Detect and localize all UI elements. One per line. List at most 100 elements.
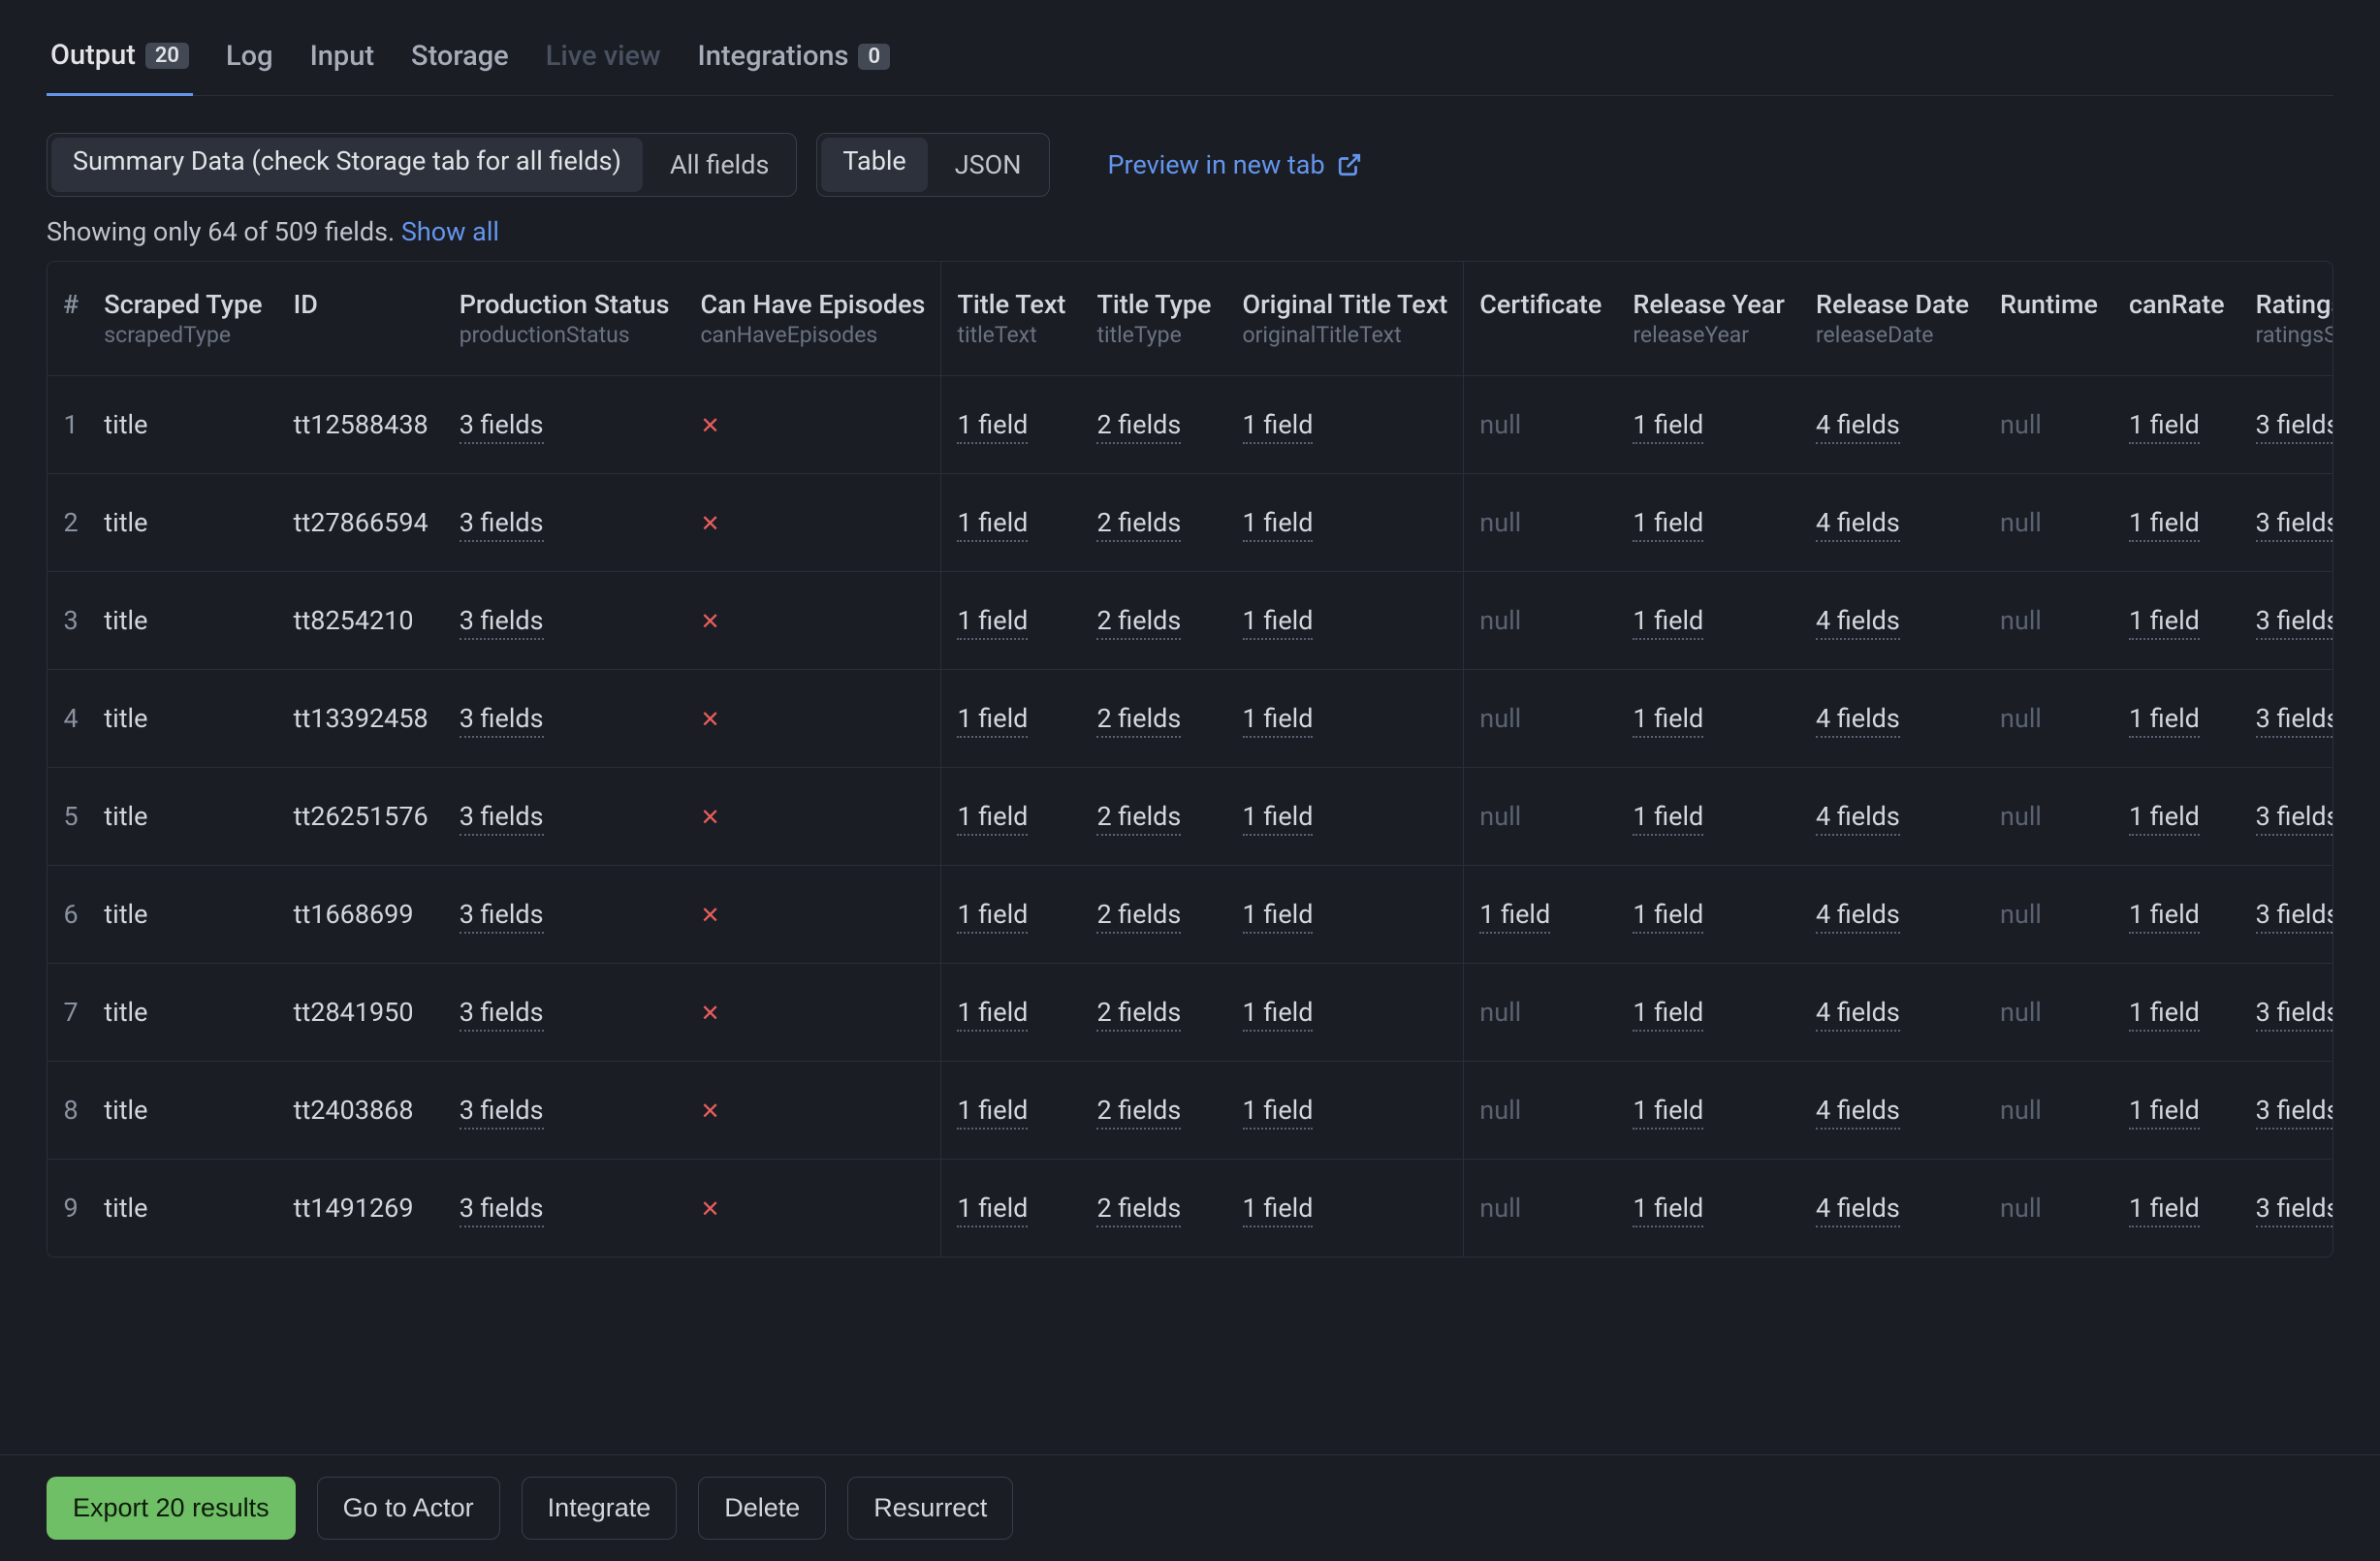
cell-production-status-value[interactable]: 3 fields (460, 997, 544, 1032)
cell-ratings-summary-value[interactable]: 3 fields (2256, 997, 2333, 1032)
cell-ratings-summary[interactable]: 3 fields (2240, 768, 2333, 866)
cell-production-status-value[interactable]: 3 fields (460, 801, 544, 836)
cell-ratings-summary[interactable]: 3 fields (2240, 670, 2333, 768)
cell-production-status-value[interactable]: 3 fields (460, 1095, 544, 1130)
cell-title-type[interactable]: 2 fields (1081, 474, 1226, 572)
cell-production-status[interactable]: 3 fields (444, 964, 685, 1062)
cell-release-year[interactable]: 1 field (1617, 1160, 1800, 1258)
cell-title-type[interactable]: 2 fields (1081, 768, 1226, 866)
cell-production-status-value[interactable]: 3 fields (460, 507, 544, 542)
cell-release-date-value[interactable]: 4 fields (1816, 801, 1900, 836)
cell-title-type[interactable]: 2 fields (1081, 376, 1226, 474)
cell-ratings-summary-value[interactable]: 3 fields (2256, 409, 2333, 444)
col-production-status[interactable]: Production StatusproductionStatus (444, 262, 685, 376)
view-mode-json[interactable]: JSON (932, 138, 1045, 192)
cell-release-date-value[interactable]: 4 fields (1816, 1095, 1900, 1130)
cell-release-date-value[interactable]: 4 fields (1816, 997, 1900, 1032)
cell-original-title-text-value[interactable]: 1 field (1243, 507, 1314, 542)
cell-ratings-summary-value[interactable]: 3 fields (2256, 801, 2333, 836)
cell-release-year[interactable]: 1 field (1617, 1062, 1800, 1160)
cell-title-type-value[interactable]: 2 fields (1096, 899, 1181, 934)
cell-title-text[interactable]: 1 field (941, 964, 1082, 1062)
cell-release-date[interactable]: 4 fields (1800, 474, 1984, 572)
cell-original-title-text-value[interactable]: 1 field (1243, 997, 1314, 1032)
cell-title-text-value[interactable]: 1 field (957, 1095, 1028, 1130)
cell-can-rate[interactable]: 1 field (2113, 768, 2240, 866)
cell-release-date[interactable]: 4 fields (1800, 1062, 1984, 1160)
cell-release-date[interactable]: 4 fields (1800, 768, 1984, 866)
cell-original-title-text[interactable]: 1 field (1227, 768, 1464, 866)
cell-production-status[interactable]: 3 fields (444, 768, 685, 866)
cell-production-status-value[interactable]: 3 fields (460, 703, 544, 738)
cell-title-type-value[interactable]: 2 fields (1096, 1095, 1181, 1130)
cell-release-year-value[interactable]: 1 field (1633, 1095, 1703, 1130)
cell-original-title-text[interactable]: 1 field (1227, 670, 1464, 768)
cell-title-text-value[interactable]: 1 field (957, 703, 1028, 738)
cell-certificate-value[interactable]: 1 field (1479, 899, 1550, 934)
cell-can-rate[interactable]: 1 field (2113, 376, 2240, 474)
col-release-year[interactable]: Release YearreleaseYear (1617, 262, 1800, 376)
cell-release-year[interactable]: 1 field (1617, 768, 1800, 866)
cell-title-text-value[interactable]: 1 field (957, 605, 1028, 640)
cell-release-date[interactable]: 4 fields (1800, 670, 1984, 768)
col-certificate[interactable]: Certificate (1464, 262, 1618, 376)
cell-can-rate-value[interactable]: 1 field (2129, 1193, 2200, 1227)
cell-release-year-value[interactable]: 1 field (1633, 703, 1703, 738)
cell-title-text[interactable]: 1 field (941, 572, 1082, 670)
cell-ratings-summary[interactable]: 3 fields (2240, 474, 2333, 572)
col-scraped-type[interactable]: Scraped TypescrapedType (88, 262, 277, 376)
cell-original-title-text-value[interactable]: 1 field (1243, 1193, 1314, 1227)
cell-can-rate-value[interactable]: 1 field (2129, 801, 2200, 836)
cell-original-title-text-value[interactable]: 1 field (1243, 1095, 1314, 1130)
cell-original-title-text-value[interactable]: 1 field (1243, 409, 1314, 444)
cell-title-type[interactable]: 2 fields (1081, 1160, 1226, 1258)
tab-output[interactable]: Output 20 (47, 27, 193, 96)
cell-production-status-value[interactable]: 3 fields (460, 409, 544, 444)
cell-can-rate-value[interactable]: 1 field (2129, 605, 2200, 640)
cell-title-type-value[interactable]: 2 fields (1096, 507, 1181, 542)
tab-storage[interactable]: Storage (407, 27, 513, 95)
go-to-actor-button[interactable]: Go to Actor (317, 1477, 500, 1540)
cell-title-type[interactable]: 2 fields (1081, 1062, 1226, 1160)
cell-ratings-summary-value[interactable]: 3 fields (2256, 899, 2333, 934)
cell-title-type[interactable]: 2 fields (1081, 964, 1226, 1062)
cell-title-type[interactable]: 2 fields (1081, 670, 1226, 768)
view-mode-table[interactable]: Table (821, 138, 927, 192)
cell-title-text[interactable]: 1 field (941, 670, 1082, 768)
cell-title-text[interactable]: 1 field (941, 866, 1082, 964)
delete-button[interactable]: Delete (698, 1477, 826, 1540)
cell-release-date-value[interactable]: 4 fields (1816, 703, 1900, 738)
cell-original-title-text[interactable]: 1 field (1227, 572, 1464, 670)
cell-title-type-value[interactable]: 2 fields (1096, 1193, 1181, 1227)
cell-title-text-value[interactable]: 1 field (957, 899, 1028, 934)
cell-can-rate[interactable]: 1 field (2113, 474, 2240, 572)
cell-title-type-value[interactable]: 2 fields (1096, 997, 1181, 1032)
cell-original-title-text-value[interactable]: 1 field (1243, 703, 1314, 738)
cell-ratings-summary[interactable]: 3 fields (2240, 866, 2333, 964)
cell-ratings-summary[interactable]: 3 fields (2240, 1062, 2333, 1160)
cell-title-text-value[interactable]: 1 field (957, 997, 1028, 1032)
cell-production-status[interactable]: 3 fields (444, 1062, 685, 1160)
col-runtime[interactable]: Runtime (1984, 262, 2113, 376)
cell-ratings-summary-value[interactable]: 3 fields (2256, 605, 2333, 640)
cell-release-date-value[interactable]: 4 fields (1816, 507, 1900, 542)
cell-can-rate-value[interactable]: 1 field (2129, 1095, 2200, 1130)
cell-certificate[interactable]: 1 field (1464, 866, 1618, 964)
cell-release-year-value[interactable]: 1 field (1633, 801, 1703, 836)
cell-release-date[interactable]: 4 fields (1800, 572, 1984, 670)
cell-original-title-text-value[interactable]: 1 field (1243, 801, 1314, 836)
cell-title-type-value[interactable]: 2 fields (1096, 801, 1181, 836)
cell-title-text-value[interactable]: 1 field (957, 409, 1028, 444)
cell-release-date[interactable]: 4 fields (1800, 376, 1984, 474)
cell-production-status-value[interactable]: 3 fields (460, 899, 544, 934)
cell-title-text[interactable]: 1 field (941, 376, 1082, 474)
show-all-fields-link[interactable]: Show all (401, 216, 499, 247)
cell-release-date-value[interactable]: 4 fields (1816, 605, 1900, 640)
cell-ratings-summary[interactable]: 3 fields (2240, 964, 2333, 1062)
cell-ratings-summary-value[interactable]: 3 fields (2256, 1193, 2333, 1227)
cell-release-year[interactable]: 1 field (1617, 474, 1800, 572)
field-filter-all[interactable]: All fields (647, 138, 792, 192)
cell-can-rate-value[interactable]: 1 field (2129, 997, 2200, 1032)
cell-release-date-value[interactable]: 4 fields (1816, 409, 1900, 444)
col-title-text[interactable]: Title TexttitleText (941, 262, 1082, 376)
